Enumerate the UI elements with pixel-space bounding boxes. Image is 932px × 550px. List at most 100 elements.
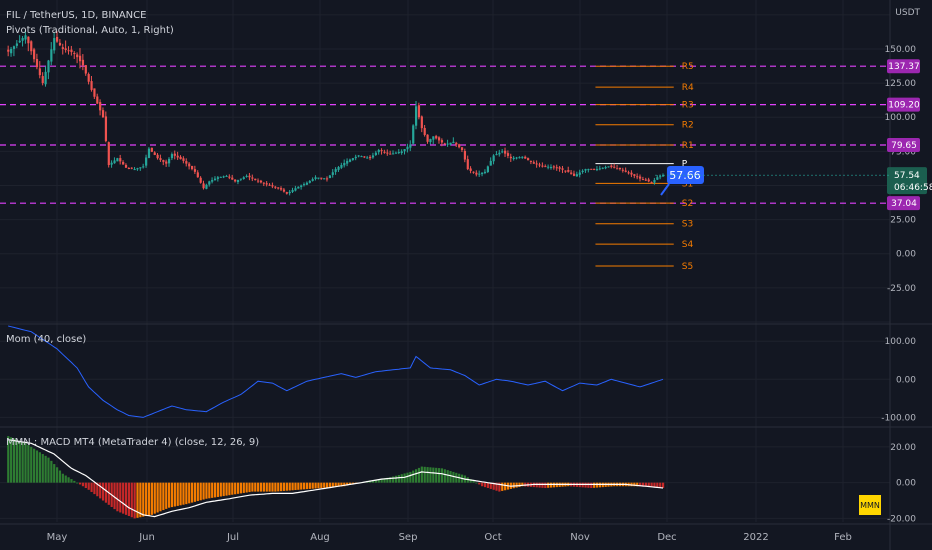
macd-hist-bar <box>156 482 159 513</box>
macd-hist-bar <box>590 482 593 489</box>
macd-hist-bar <box>41 454 44 483</box>
candle-body <box>87 74 90 82</box>
candle-body <box>110 162 113 165</box>
candle-body <box>624 170 627 172</box>
candle-body <box>547 166 550 168</box>
momentum-legend[interactable]: Mom (40, close) <box>6 334 86 345</box>
candle-body <box>190 165 194 170</box>
candle-body <box>208 181 211 185</box>
macd-hist-bar <box>242 482 245 493</box>
candle-body <box>397 152 400 154</box>
candle-body <box>317 177 320 179</box>
candle-body <box>501 151 504 153</box>
candle-body <box>466 159 469 170</box>
candle-body <box>412 125 415 144</box>
candle-body <box>196 172 199 178</box>
candle-body <box>168 158 171 164</box>
macd-hist-bar <box>182 482 185 505</box>
macd-hist-bar <box>547 482 550 488</box>
candle-body <box>119 158 122 162</box>
macd-hist-bar <box>291 482 294 491</box>
candle-body <box>47 60 50 73</box>
chart-canvas[interactable]: R5R4R3R2R1PS1S2S3S4S5150.00125.00100.007… <box>0 0 932 550</box>
macd-hist-bar <box>400 474 403 483</box>
macd-hist-bar <box>268 482 271 492</box>
macd-hist-bar <box>56 467 59 483</box>
candle-body <box>636 176 639 178</box>
macd-hist-bar <box>538 482 541 488</box>
candle-body <box>323 178 326 180</box>
candle-body <box>133 169 136 171</box>
candle-body <box>334 169 337 172</box>
pivot-label-r5: R5 <box>682 62 694 72</box>
macd-hist-bar <box>481 482 484 487</box>
cursor-price-text: 57.66 <box>669 169 701 182</box>
candle-body <box>280 188 283 190</box>
macd-hist-bar <box>446 470 449 483</box>
macd-hist-bar <box>426 467 429 483</box>
candle-body <box>185 161 188 164</box>
candle-body <box>524 156 527 159</box>
pivots-legend[interactable]: Pivots (Traditional, Auto, 1, Right) <box>6 25 174 36</box>
candle-body <box>136 168 139 170</box>
candle-body <box>300 185 303 188</box>
macd-hist-bar <box>188 482 191 504</box>
candle-body <box>604 167 607 169</box>
candle-body <box>328 175 332 179</box>
candle-body <box>70 49 73 53</box>
macd-hist-bar <box>239 482 243 494</box>
macd-hist-bar <box>552 482 556 488</box>
candle-body <box>558 167 561 169</box>
candle-body <box>84 65 87 74</box>
candle-body <box>294 188 297 191</box>
macd-hist-bar <box>277 482 280 492</box>
x-tick-label: 2022 <box>743 532 768 543</box>
macd-hist-bar <box>417 467 421 483</box>
candle-body <box>630 172 633 175</box>
macd-hist-bar <box>288 482 291 491</box>
candle-body <box>268 184 271 186</box>
candle-body <box>354 156 357 159</box>
symbol-legend[interactable]: FIL / TetherUS, 1D, BINANCE <box>6 10 146 21</box>
macd-hist-bar <box>435 467 438 483</box>
macd-hist-bar <box>165 482 168 509</box>
candle-body <box>607 166 610 168</box>
candle-body <box>145 157 148 166</box>
macd-legend[interactable]: MMN : MACD MT4 (MetaTrader 4) (close, 12… <box>6 437 259 448</box>
macd-hist-bar <box>30 446 33 483</box>
candle-body <box>590 168 593 170</box>
macd-hist-bar <box>440 468 444 483</box>
candle-body <box>478 173 481 175</box>
candle-body <box>320 177 323 179</box>
macd-hist-bar <box>251 482 254 492</box>
mmn-badge[interactable]: MMN <box>858 494 882 516</box>
candle-body <box>93 88 96 97</box>
macd-hist-bar <box>133 482 136 519</box>
currency-label: USDT <box>895 8 920 18</box>
macd-hist-bar <box>70 479 73 483</box>
macd-hist-bar <box>236 482 240 494</box>
candle-body <box>340 165 343 168</box>
candle-body <box>475 172 478 175</box>
candle-body <box>311 179 314 181</box>
candle-body <box>371 155 375 158</box>
candle-body <box>601 167 604 169</box>
candle-body <box>176 155 179 158</box>
momentum-tick-label: 0.00 <box>896 375 916 385</box>
candle-body <box>587 169 590 171</box>
macd-hist-bar <box>168 482 171 508</box>
macd-tick-label: 0.00 <box>896 479 916 489</box>
macd-hist-bar <box>257 482 260 492</box>
macd-hist-bar <box>150 482 153 515</box>
macd-hist-bar <box>549 482 553 488</box>
macd-hist-bar <box>429 467 432 483</box>
candle-body <box>325 178 329 180</box>
macd-hist-bar <box>64 475 67 483</box>
macd-hist-bar <box>153 482 156 514</box>
candle-body <box>641 179 645 181</box>
candle-body <box>541 165 544 167</box>
candle-body <box>234 179 237 182</box>
macd-hist-bar <box>196 482 199 502</box>
macd-hist-bar <box>274 482 277 492</box>
candle-body <box>653 180 656 183</box>
